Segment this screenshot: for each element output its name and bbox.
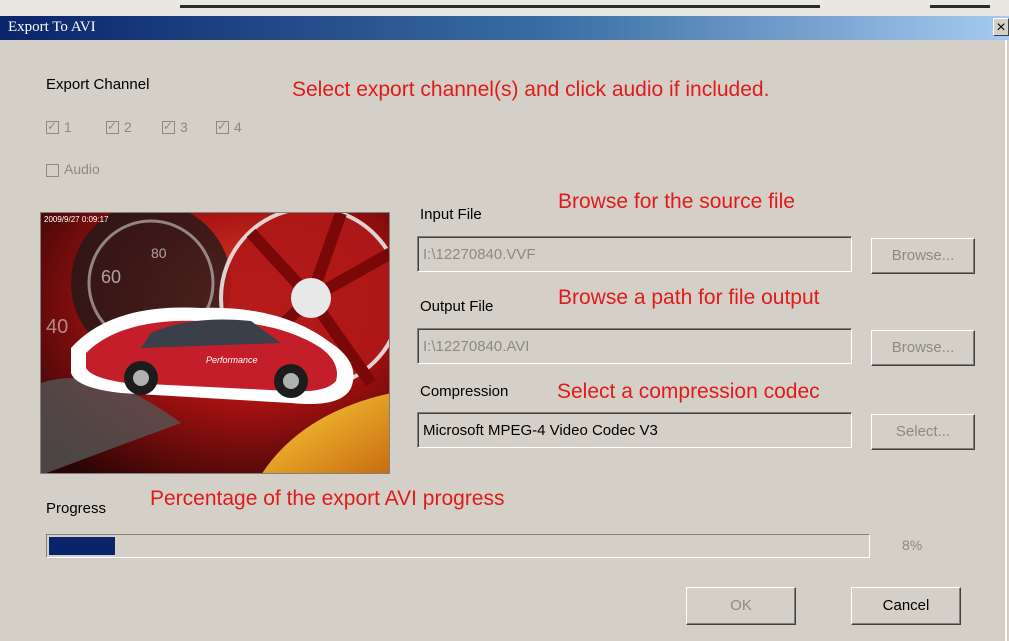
close-button[interactable]: × <box>993 18 1009 36</box>
export-progress-bar <box>46 534 870 558</box>
output-hint-annotation: Browse a path for file output <box>558 286 820 309</box>
ok-button[interactable]: OK <box>686 587 796 625</box>
progress-label: Progress <box>46 500 107 517</box>
window-edge <box>1005 40 1007 641</box>
close-icon: × <box>996 19 1006 36</box>
input-file-field[interactable]: I:\12270840.VVF <box>417 236 852 272</box>
compression-label: Compression <box>420 383 509 400</box>
compression-field: Microsoft MPEG-4 Video Codec V3 <box>417 412 852 448</box>
channel-3-label: 3 <box>180 119 188 135</box>
progress-hint-annotation: Percentage of the export AVI progress <box>150 487 505 510</box>
export-channel-label: Export Channel <box>46 76 150 93</box>
video-preview-image: 60 80 40 Performance 2009/9/27 0:09:17 <box>40 212 390 474</box>
preview-scene: 60 80 40 Performance 2009/9/27 0:09:17 <box>41 213 389 473</box>
svg-text:Performance: Performance <box>206 355 258 365</box>
output-file-field[interactable]: I:\12270840.AVI <box>417 328 852 364</box>
audio-checkbox[interactable] <box>46 164 59 177</box>
compression-hint-annotation: Select a compression codec <box>557 380 820 403</box>
svg-text:60: 60 <box>101 267 121 287</box>
channel-2-checkbox[interactable] <box>106 119 119 134</box>
input-file-label: Input File <box>420 206 482 223</box>
channel-4-checkbox[interactable] <box>216 119 229 134</box>
channel-1-checkbox[interactable] <box>46 119 59 134</box>
channel-hint-annotation: Select export channel(s) and click audio… <box>292 78 770 101</box>
output-file-label: Output File <box>420 298 494 315</box>
svg-text:80: 80 <box>151 245 167 261</box>
channel-3-checkbox[interactable] <box>162 119 175 134</box>
preview-timestamp: 2009/9/27 0:09:17 <box>44 215 109 224</box>
cancel-button[interactable]: Cancel <box>851 587 961 625</box>
progress-percent-text: 8% <box>902 537 923 553</box>
title-bar[interactable]: Export To AVI × <box>0 16 1009 40</box>
input-browse-button[interactable]: Browse... <box>871 238 975 274</box>
channel-2-label: 2 <box>124 119 132 135</box>
input-hint-annotation: Browse for the source file <box>558 190 795 213</box>
background-window-strip <box>0 0 1009 16</box>
compression-select-button[interactable]: Select... <box>871 414 975 450</box>
channel-1-label: 1 <box>64 119 72 135</box>
audio-label: Audio <box>64 161 100 177</box>
window-title: Export To AVI <box>8 19 96 35</box>
svg-text:40: 40 <box>46 316 68 338</box>
progress-fill <box>49 537 115 555</box>
channel-4-label: 4 <box>234 119 242 135</box>
output-browse-button[interactable]: Browse... <box>871 330 975 366</box>
